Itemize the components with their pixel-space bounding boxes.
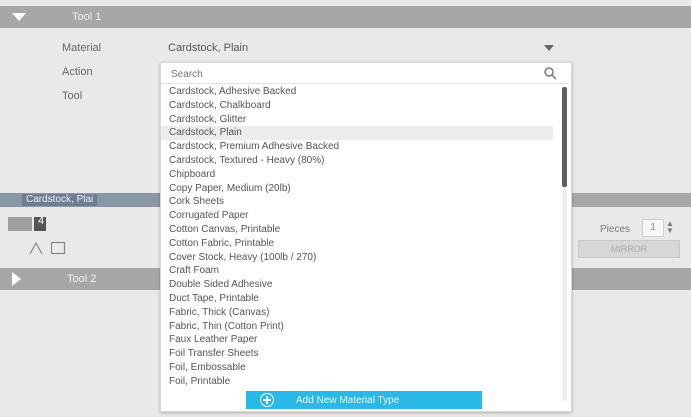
material-option[interactable]: Faux Leather Paper xyxy=(161,333,553,347)
material-option[interactable]: Cardstock, Chalkboard xyxy=(161,99,553,113)
material-option[interactable]: Double Sided Adhesive xyxy=(161,278,553,292)
pieces-label: Pieces xyxy=(600,224,631,235)
material-option[interactable]: Craft Foam xyxy=(161,264,553,278)
action-label: Action xyxy=(62,66,93,78)
material-option[interactable]: Foil Transfer Sheets xyxy=(161,347,553,361)
material-option[interactable]: Cardstock, Glitter xyxy=(161,113,553,127)
mirror-button[interactable]: MIRROR xyxy=(578,240,680,258)
material-option[interactable]: Chipboard xyxy=(161,168,553,182)
plus-circle-icon xyxy=(260,393,274,407)
scrollbar[interactable] xyxy=(562,87,567,401)
material-option[interactable]: Cardstock, Adhesive Backed xyxy=(161,85,553,99)
material-option[interactable]: Fabric, Thick (Canvas) xyxy=(161,306,553,320)
pieces-stepper-icon[interactable]: ▲ ▼ xyxy=(666,220,674,235)
material-option[interactable]: Cotton Fabric, Printable xyxy=(161,237,553,251)
material-option[interactable]: Copy Paper, Medium (20lb) xyxy=(161,182,553,196)
material-list: Cardstock, Adhesive Backed Cardstock, Cha… xyxy=(161,85,553,389)
expand-arrow-icon[interactable] xyxy=(12,272,21,286)
add-material-label: Add New Material Type xyxy=(296,394,400,406)
material-option[interactable]: Foil, Embossable xyxy=(161,361,553,375)
material-label: Material xyxy=(62,42,102,54)
search-input[interactable] xyxy=(169,66,533,82)
material-option[interactable]: Cardstock, Plain xyxy=(161,126,553,141)
scrollbar-thumb[interactable] xyxy=(562,87,567,187)
material-select-value: Cardstock, Plain xyxy=(168,42,249,54)
layer-bar-extension xyxy=(570,193,691,207)
search-row xyxy=(161,63,569,84)
material-select[interactable]: Cardstock, Plain xyxy=(160,38,570,58)
tool-number: 4 xyxy=(38,215,45,227)
tool-label: Tool xyxy=(62,90,83,102)
material-option[interactable]: Duct Tape, Printable xyxy=(161,292,553,306)
layer-name: Cardstock, Plai xyxy=(22,194,98,206)
add-material-button[interactable]: Add New Material Type xyxy=(246,391,482,409)
color-swatch[interactable] xyxy=(8,217,32,231)
rectangle-icon[interactable] xyxy=(50,241,66,255)
material-option[interactable]: Cardstock, Textured - Heavy (80%) xyxy=(161,154,553,168)
section-title-2: Tool 2 xyxy=(67,273,97,285)
material-option[interactable]: Foil, Printable xyxy=(161,375,553,389)
collapse-arrow-icon[interactable] xyxy=(12,13,26,21)
material-option[interactable]: Fabric, Thin (Cotton Print) xyxy=(161,320,553,334)
layer-bar[interactable]: Cardstock, Plai xyxy=(0,193,160,207)
material-option[interactable]: Cotton Canvas, Printable xyxy=(161,223,553,237)
material-option[interactable]: Cover Stock, Heavy (100lb / 270) xyxy=(161,251,553,265)
chevron-down-icon[interactable] xyxy=(544,45,554,51)
material-option[interactable]: Cork Sheets xyxy=(161,195,553,209)
section-header-1[interactable]: Tool 1 xyxy=(0,6,691,28)
material-option[interactable]: Cardstock, Premium Adhesive Backed xyxy=(161,140,553,154)
triangle-icon[interactable] xyxy=(28,241,44,255)
material-option[interactable]: Corrugated Paper xyxy=(161,209,553,223)
search-icon[interactable] xyxy=(543,66,557,80)
material-dropdown[interactable]: Cardstock, Adhesive BackedCardstock, Cha… xyxy=(160,62,572,412)
section-title-1: Tool 1 xyxy=(72,11,102,23)
pieces-input[interactable]: 1 xyxy=(642,219,664,237)
